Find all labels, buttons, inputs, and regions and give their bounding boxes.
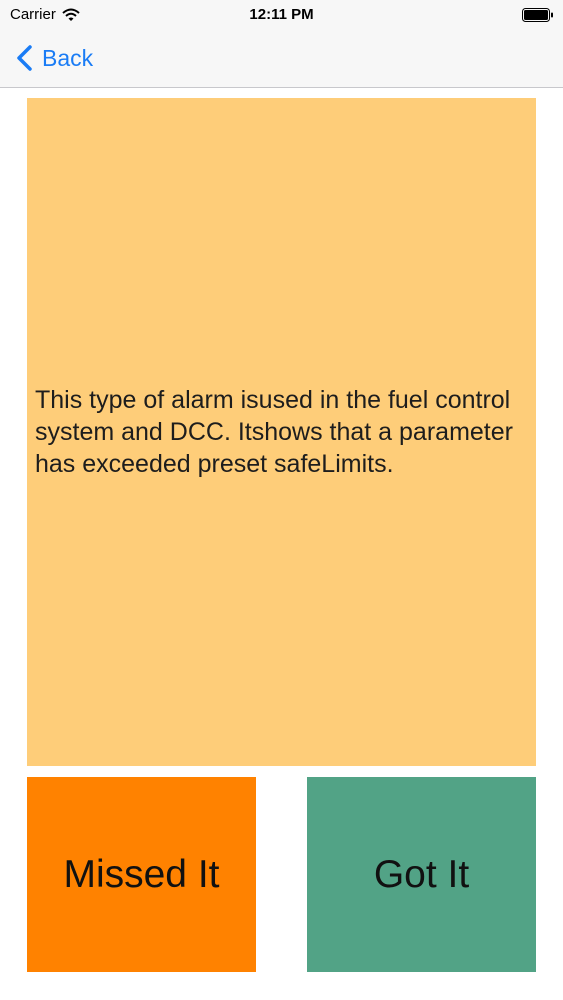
status-time: 12:11 PM [249, 6, 314, 23]
back-label: Back [42, 44, 94, 71]
flashcard: This type of alarm isused in the fuel co… [27, 98, 536, 766]
got-it-button[interactable]: Got It [307, 777, 536, 972]
flashcard-text: This type of alarm isused in the fuel co… [35, 386, 513, 478]
status-bar: Carrier 12:11 PM [0, 0, 563, 30]
navigation-bar: Back [0, 30, 563, 88]
back-button[interactable]: Back [14, 43, 93, 73]
battery-icon [522, 8, 553, 22]
missed-it-button[interactable]: Missed It [27, 777, 256, 972]
chevron-left-icon [17, 45, 32, 71]
